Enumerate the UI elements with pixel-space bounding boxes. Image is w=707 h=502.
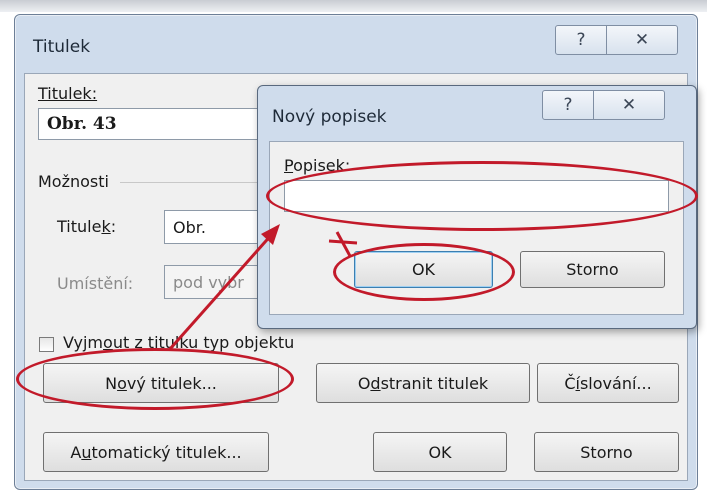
cancel-button[interactable]: Storno (534, 432, 679, 472)
exclude-label-checkbox[interactable] (39, 337, 54, 352)
caption-input[interactable]: Obr. 43 (38, 108, 278, 140)
label-field-label: Titulek: (57, 217, 117, 236)
position-field-label: Umístění: (57, 274, 134, 293)
options-separator (120, 182, 280, 183)
new-label-button[interactable]: No vý titulek... (43, 363, 279, 403)
close-icon: ✕ (634, 30, 650, 50)
delete-label-button[interactable]: Od stranit titulek (316, 363, 530, 403)
sub-ok-button[interactable]: OK (354, 251, 493, 288)
sub-help-button[interactable]: ? (542, 90, 594, 120)
dialog-title: Titulek (33, 37, 91, 57)
label-name-input[interactable] (284, 180, 669, 212)
caption-label: Titulek: (38, 84, 98, 103)
options-label: Možnosti (38, 172, 109, 191)
close-button[interactable]: ✕ (606, 25, 678, 55)
close-icon: ✕ (621, 95, 637, 115)
sub-cancel-button[interactable]: Storno (520, 251, 665, 288)
help-icon: ? (563, 95, 573, 115)
help-icon: ? (576, 30, 586, 50)
autocaption-button[interactable]: Au tomatický titulek... (43, 432, 269, 472)
exclude-label-text: Vyjmout z titulku typ objektu (63, 333, 295, 352)
background-window-edge (0, 0, 707, 12)
new-label-dialog: Nový popisek ? ✕ Popisek: OK Storno (257, 85, 697, 329)
sub-dialog-title: Nový popisek (272, 107, 387, 127)
numbering-button[interactable]: Čí slování... (537, 363, 679, 403)
sub-dialog-body: Popisek: OK Storno (269, 141, 684, 315)
sub-close-button[interactable]: ✕ (593, 90, 665, 120)
ok-button[interactable]: OK (373, 432, 507, 472)
label-name-label: Popisek: (284, 156, 351, 175)
help-button[interactable]: ? (555, 25, 607, 55)
